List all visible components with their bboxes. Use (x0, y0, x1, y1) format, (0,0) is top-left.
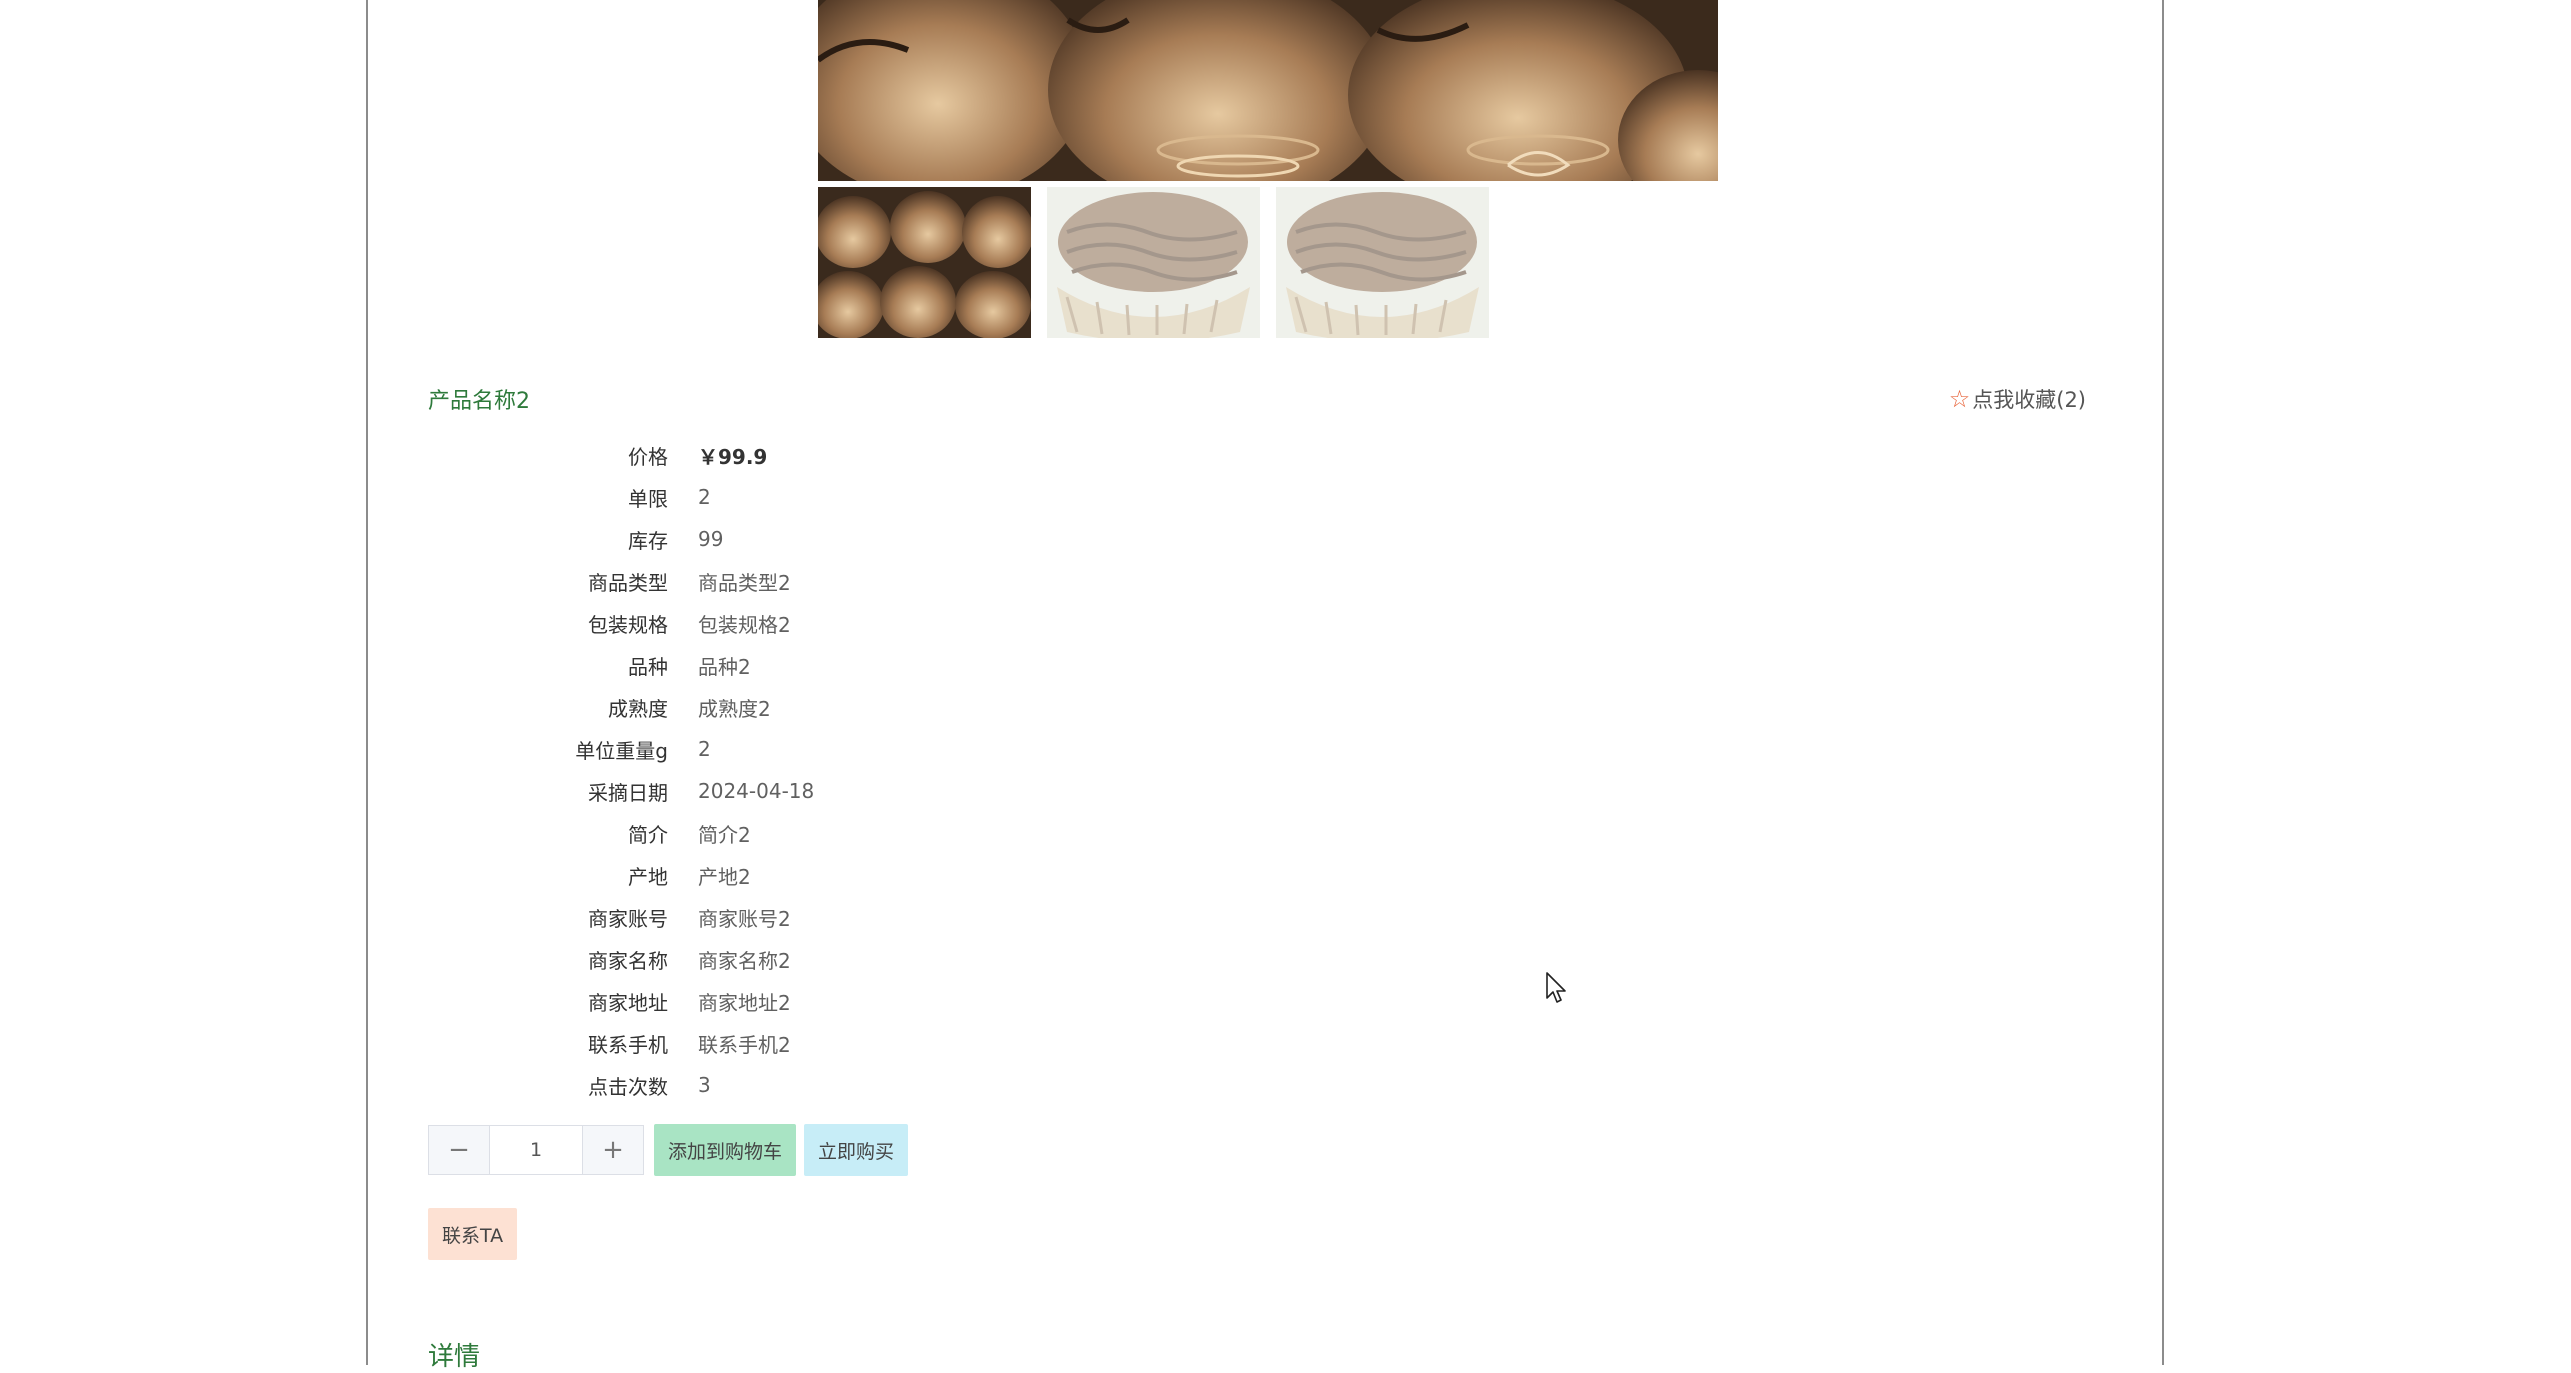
favorite-label: 点我收藏(2) (1972, 388, 2086, 412)
quantity-stepper: − + (428, 1125, 644, 1175)
info-label: 产地 (628, 864, 668, 889)
info-row-clicks: 点击次数 3 (428, 1064, 814, 1106)
add-to-cart-button[interactable]: 添加到购物车 (654, 1124, 797, 1176)
info-label: 商家名称 (588, 948, 668, 973)
info-row-ripeness: 成熟度 成熟度2 (428, 686, 814, 728)
purchase-actions: − + 添加到购物车 立即购买 (428, 1124, 909, 1176)
info-label: 简介 (628, 822, 668, 847)
info-value: 商家名称2 (698, 948, 791, 973)
info-row-packaging: 包装规格 包装规格2 (428, 602, 814, 644)
thumbnail-strip (818, 187, 1505, 338)
info-row-origin: 产地 产地2 (428, 854, 814, 896)
info-value: 2 (698, 485, 711, 509)
info-label: 商家账号 (588, 906, 668, 931)
info-row-variety: 品种 品种2 (428, 644, 814, 686)
info-row-merchant-name: 商家名称 商家名称2 (428, 938, 814, 980)
quantity-input[interactable] (490, 1126, 582, 1174)
contact-seller-button[interactable]: 联系TA (428, 1208, 518, 1260)
product-info-list: 价格 ￥99.9 单限 2 库存 99 商品类型 商品类型2 包装规格 包装规格… (428, 434, 814, 1106)
product-title: 产品名称2 (428, 389, 530, 414)
info-value: 简介2 (698, 822, 751, 847)
info-value: 99 (698, 527, 724, 551)
buy-now-button[interactable]: 立即购买 (804, 1124, 909, 1176)
info-label: 库存 (628, 528, 668, 553)
price-value: ￥99.9 (698, 444, 768, 469)
info-value: 2 (698, 737, 711, 761)
info-label: 点击次数 (588, 1074, 668, 1099)
info-value: 包装规格2 (698, 612, 791, 637)
info-label: 采摘日期 (588, 780, 668, 805)
info-label: 商家地址 (588, 990, 668, 1015)
info-value: 商家账号2 (698, 906, 791, 931)
info-label: 品种 (628, 654, 668, 679)
plus-icon[interactable]: + (582, 1126, 643, 1174)
info-value: 商家地址2 (698, 990, 791, 1015)
details-section-title: 详情 (428, 1342, 481, 1372)
info-row-unit-weight: 单位重量g 2 (428, 728, 814, 770)
info-row-summary: 简介 简介2 (428, 812, 814, 854)
info-value: 品种2 (698, 654, 751, 679)
info-label: 成熟度 (608, 696, 668, 721)
info-label: 包装规格 (588, 612, 668, 637)
info-value: 2024-04-18 (698, 779, 815, 803)
info-value: 商品类型2 (698, 570, 791, 595)
product-main-image (818, 0, 1718, 181)
info-label: 联系手机 (588, 1032, 668, 1057)
info-value: 联系手机2 (698, 1032, 791, 1057)
thumbnail-1[interactable] (818, 187, 1031, 338)
info-label: 单限 (628, 486, 668, 511)
info-row-pick-date: 采摘日期 2024-04-18 (428, 770, 814, 812)
product-detail-page: 产品名称2 ☆ 点我收藏(2) 价格 ￥99.9 单限 2 库存 99 商品类型… (366, 0, 2164, 1372)
info-row-phone: 联系手机 联系手机2 (428, 1022, 814, 1064)
star-outline-icon: ☆ (1948, 385, 1971, 413)
info-row-merchant-account: 商家账号 商家账号2 (428, 896, 814, 938)
info-row-limit: 单限 2 (428, 476, 814, 518)
favorite-button[interactable]: ☆ 点我收藏(2) (1949, 384, 2086, 414)
mouse-pointer-icon (1546, 972, 1568, 1008)
info-row-type: 商品类型 商品类型2 (428, 560, 814, 602)
info-label: 单位重量g (575, 738, 668, 763)
thumbnail-2[interactable] (1047, 187, 1260, 338)
info-value: 成熟度2 (698, 696, 771, 721)
info-label: 商品类型 (588, 570, 668, 595)
info-row-merchant-address: 商家地址 商家地址2 (428, 980, 814, 1022)
info-value: 产地2 (698, 864, 751, 889)
thumbnail-3[interactable] (1276, 187, 1489, 338)
minus-icon[interactable]: − (429, 1126, 490, 1174)
info-value: 3 (698, 1073, 711, 1097)
info-row-price: 价格 ￥99.9 (428, 434, 814, 476)
info-row-stock: 库存 99 (428, 518, 814, 560)
info-label: 价格 (628, 444, 668, 469)
